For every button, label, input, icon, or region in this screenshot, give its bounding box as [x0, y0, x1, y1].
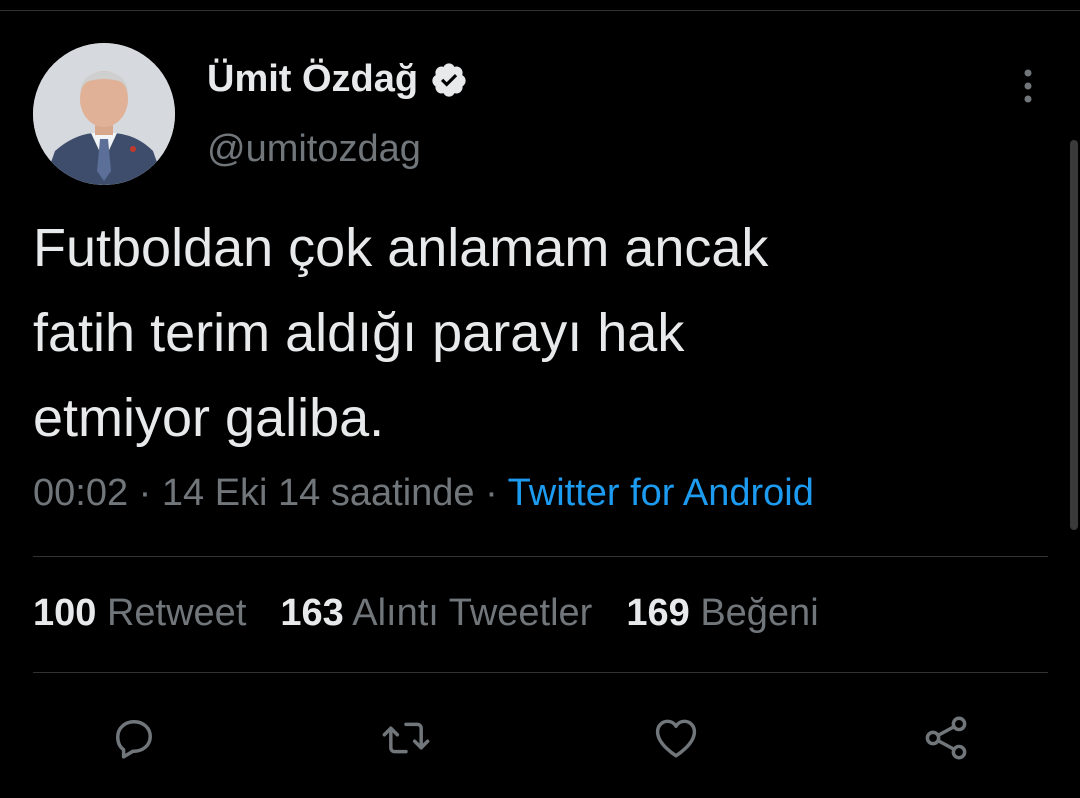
- quotes-count: 163: [280, 592, 344, 634]
- more-options-button[interactable]: [1008, 65, 1048, 109]
- share-icon: [925, 716, 967, 760]
- likes-label: Beğeni: [700, 592, 819, 634]
- verified-badge-icon: [430, 61, 468, 99]
- quotes-label: Alıntı Tweetler: [352, 592, 593, 634]
- retweets-stat[interactable]: 100 Retweet: [33, 592, 246, 635]
- display-name-row[interactable]: Ümit Özdağ: [207, 58, 468, 101]
- meta-separator: ·: [485, 472, 498, 514]
- tweet-stats: 100 Retweet 163 Alıntı Tweetler 169 Beğe…: [33, 592, 853, 635]
- meta-separator: ·: [138, 472, 152, 514]
- share-button[interactable]: [920, 712, 972, 764]
- retweet-button[interactable]: [380, 712, 432, 764]
- tweet-date[interactable]: 14 Eki 14 saatinde: [162, 472, 475, 514]
- top-divider: [0, 10, 1080, 11]
- retweets-label: Retweet: [106, 592, 247, 634]
- more-vertical-icon: [1024, 69, 1032, 103]
- retweet-icon: [382, 722, 430, 754]
- tweet-time[interactable]: 00:02: [33, 472, 128, 514]
- divider: [33, 556, 1048, 557]
- display-name[interactable]: Ümit Özdağ: [207, 58, 418, 101]
- likes-stat[interactable]: 169 Beğeni: [626, 592, 818, 635]
- tweet-text: Futboldan çok anlamam ancak fatih terim …: [33, 218, 769, 448]
- scrollbar[interactable]: [1070, 140, 1078, 530]
- avatar[interactable]: [33, 43, 175, 185]
- likes-count: 169: [626, 592, 690, 634]
- tweet-source-link[interactable]: Twitter for Android: [508, 472, 814, 514]
- reply-button[interactable]: [108, 712, 160, 764]
- user-handle[interactable]: @umitozdag: [207, 128, 421, 171]
- tweet-meta: 00:02 · 14 Eki 14 saatinde · Twitter for…: [33, 472, 814, 515]
- retweets-count: 100: [33, 592, 97, 634]
- quotes-stat[interactable]: 163 Alıntı Tweetler: [280, 592, 592, 635]
- heart-icon: [655, 719, 697, 758]
- divider: [33, 672, 1048, 673]
- reply-icon: [116, 720, 152, 759]
- like-button[interactable]: [650, 712, 702, 764]
